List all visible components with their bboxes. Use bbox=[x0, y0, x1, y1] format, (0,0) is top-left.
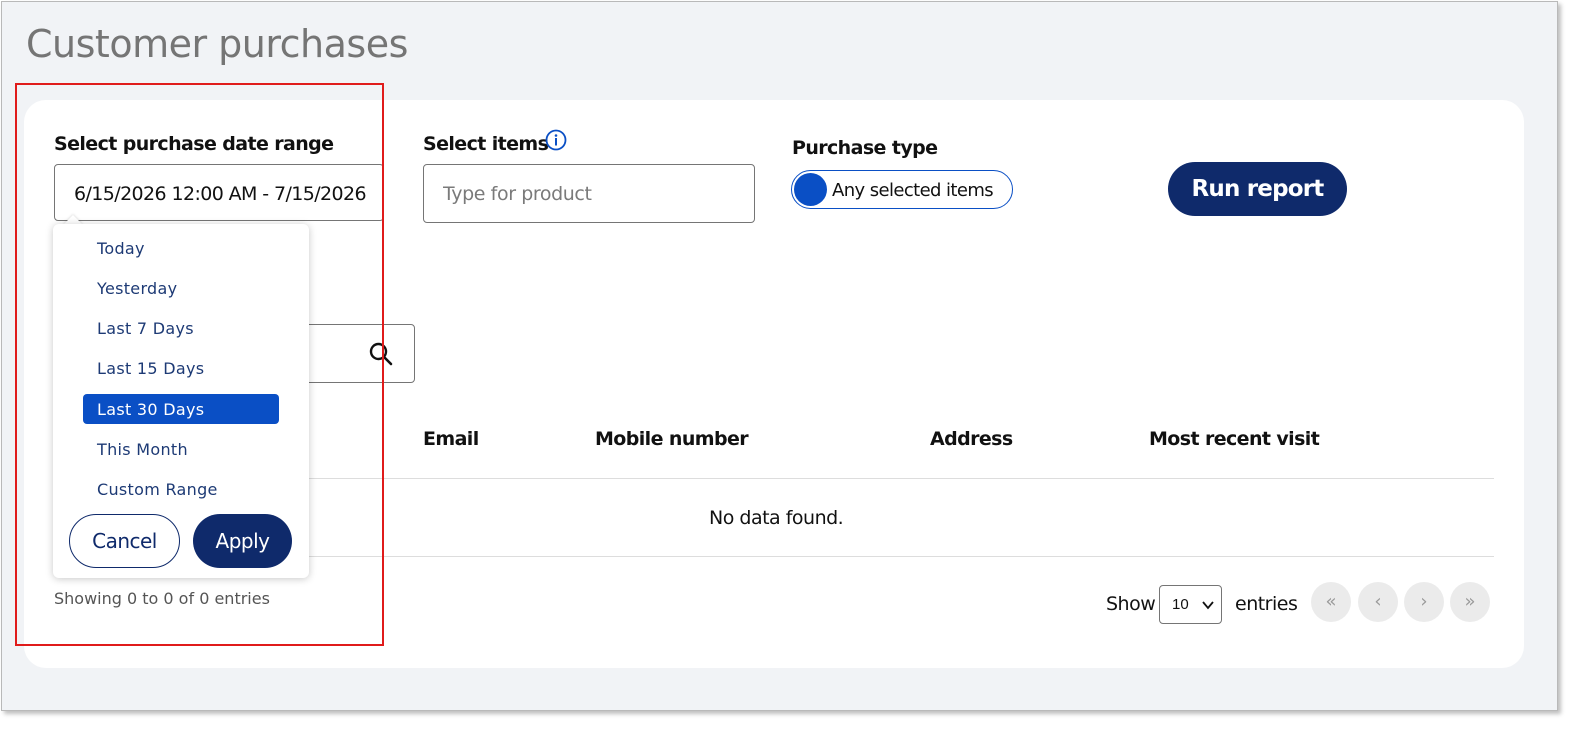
next-page-button[interactable]: › bbox=[1404, 582, 1444, 622]
date-range-input[interactable]: 6/15/2026 12:00 AM - 7/15/2026 bbox=[54, 164, 384, 221]
date-range-label: Select purchase date range bbox=[54, 133, 334, 155]
toggle-knob bbox=[794, 173, 827, 206]
items-search-input[interactable] bbox=[423, 164, 755, 223]
date-range-dropdown: Today Yesterday Last 7 Days Last 15 Days… bbox=[53, 224, 309, 578]
items-label: Select items bbox=[423, 133, 549, 155]
entries-select-value: 10 bbox=[1172, 596, 1189, 613]
column-header-address[interactable]: Address bbox=[930, 428, 1013, 450]
range-option-custom-range[interactable]: Custom Range bbox=[83, 474, 279, 504]
first-page-button[interactable]: « bbox=[1311, 582, 1351, 622]
empty-table-message: No data found. bbox=[709, 507, 844, 529]
page-title: Customer purchases bbox=[26, 22, 408, 66]
search-icon bbox=[369, 342, 393, 366]
apply-button[interactable]: Apply bbox=[193, 514, 292, 568]
range-option-today[interactable]: Today bbox=[83, 233, 279, 263]
range-option-last-30-days[interactable]: Last 30 Days bbox=[83, 394, 279, 424]
column-header-mobile[interactable]: Mobile number bbox=[595, 428, 749, 450]
range-option-last-7-days[interactable]: Last 7 Days bbox=[83, 313, 279, 343]
entries-per-page-select[interactable]: 10 bbox=[1159, 585, 1222, 624]
range-option-yesterday[interactable]: Yesterday bbox=[83, 273, 279, 303]
info-icon[interactable] bbox=[545, 129, 567, 151]
cancel-button[interactable]: Cancel bbox=[69, 514, 180, 568]
entries-label: entries bbox=[1235, 593, 1298, 615]
column-header-recent-visit[interactable]: Most recent visit bbox=[1149, 428, 1320, 450]
chevron-down-icon bbox=[1202, 601, 1214, 610]
range-option-last-15-days[interactable]: Last 15 Days bbox=[83, 353, 279, 383]
previous-page-button[interactable]: ‹ bbox=[1358, 582, 1398, 622]
entries-summary: Showing 0 to 0 of 0 entries bbox=[54, 589, 270, 608]
purchase-type-toggle[interactable]: Any selected items bbox=[791, 170, 1013, 209]
toggle-label: Any selected items bbox=[832, 180, 994, 201]
column-header-email[interactable]: Email bbox=[423, 428, 479, 450]
purchase-type-label: Purchase type bbox=[792, 137, 938, 159]
show-label: Show bbox=[1106, 593, 1156, 615]
run-report-button[interactable]: Run report bbox=[1168, 162, 1347, 216]
last-page-button[interactable]: » bbox=[1450, 582, 1490, 622]
range-option-this-month[interactable]: This Month bbox=[83, 434, 279, 464]
